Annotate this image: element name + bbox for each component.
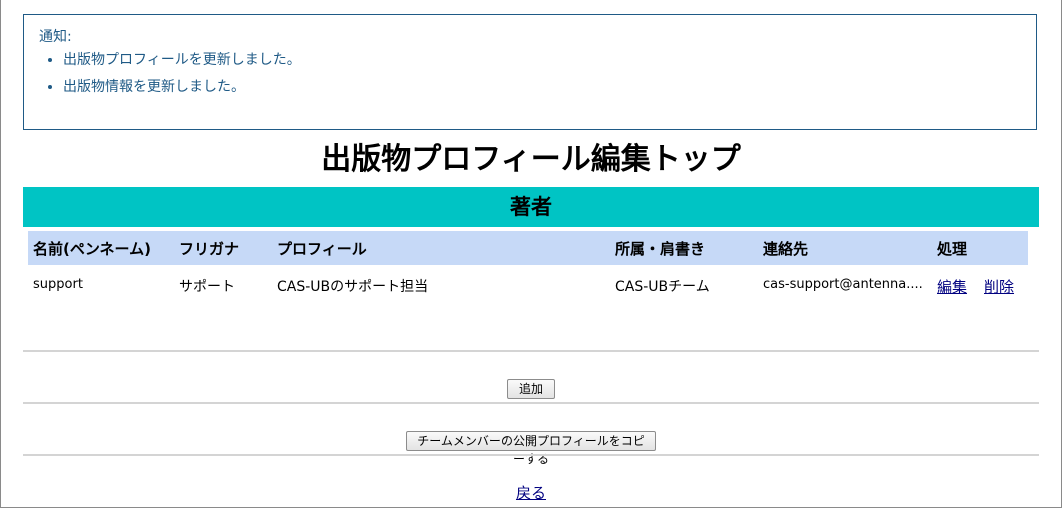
notification-list: 出版物プロフィールを更新しました。 出版物情報を更新しました。 (48, 51, 301, 105)
author-affiliation: CAS-UBチーム (615, 279, 710, 295)
author-profile: CAS-UBのサポート担当 (277, 279, 429, 295)
back-container: 戻る (0, 482, 1062, 503)
table-header: 名前(ペンネーム) フリガナ プロフィール 所属・肩書き 連絡先 処理 (28, 231, 1028, 265)
delete-link[interactable]: 削除 (984, 276, 1014, 297)
back-link[interactable]: 戻る (516, 484, 546, 502)
divider (23, 454, 1039, 456)
author-name: support (33, 277, 83, 292)
section-header-authors: 著者 (23, 187, 1039, 227)
add-button[interactable]: 追加 (507, 379, 555, 399)
author-contact: cas-support@antenna.... (763, 277, 923, 292)
column-header-name: 名前(ペンネーム) (33, 240, 151, 258)
notification-title: 通知: (39, 29, 72, 45)
page-title: 出版物プロフィール編集トップ (321, 142, 741, 177)
edit-link[interactable]: 編集 (937, 276, 967, 297)
column-header-contact: 連絡先 (763, 240, 809, 258)
table-row: support サポート CAS-UBのサポート担当 CAS-UBチーム cas… (28, 272, 1028, 298)
copy-team-profile-button[interactable]: チームメンバーの公開プロフィールをコピーする (406, 431, 656, 466)
divider (23, 402, 1039, 404)
author-furigana: サポート (179, 279, 235, 295)
column-header-profile: プロフィール (277, 240, 367, 258)
notification-message: 出版物情報を更新しました。 (63, 78, 301, 96)
divider (23, 350, 1039, 352)
column-header-affiliation: 所属・肩書き (615, 240, 706, 258)
column-header-actions: 処理 (937, 240, 968, 258)
notification-message: 出版物プロフィールを更新しました。 (63, 51, 301, 69)
column-header-furigana: フリガナ (179, 240, 240, 258)
notification-box: 通知: 出版物プロフィールを更新しました。 出版物情報を更新しました。 (23, 14, 1037, 130)
